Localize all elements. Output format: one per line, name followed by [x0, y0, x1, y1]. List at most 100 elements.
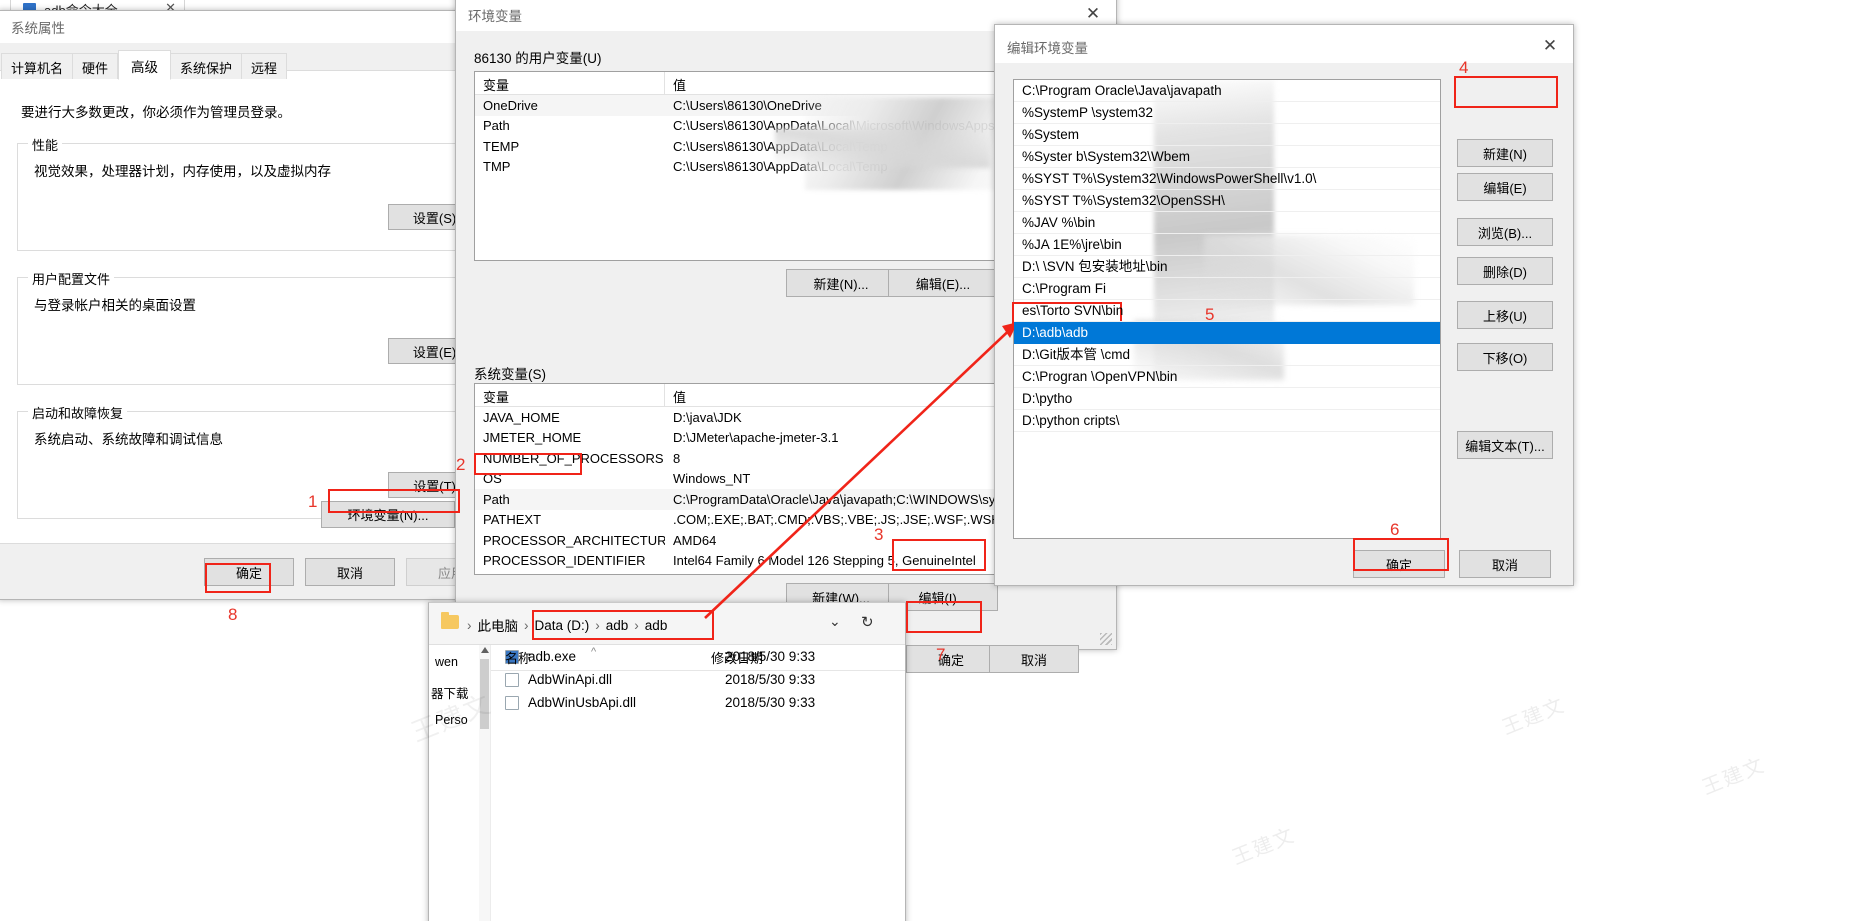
sort-ascending-icon: ^	[591, 646, 596, 658]
edit-env-title: 编辑环境变量	[1007, 37, 1088, 57]
system-properties-title: 系统属性	[11, 17, 65, 37]
button-label: 编辑文本(T)...	[1465, 436, 1544, 455]
sidebar-item-wen[interactable]: wen	[435, 655, 458, 669]
tab-advanced[interactable]: 高级	[118, 50, 171, 80]
edit-env-button-3[interactable]: 删除(D)	[1457, 257, 1553, 285]
tab-system-protection[interactable]: 系统保护	[171, 53, 242, 79]
button-label: 浏览(B)...	[1478, 223, 1532, 242]
var-name: OS	[475, 471, 665, 486]
col-name[interactable]: 名称 ^	[491, 648, 711, 667]
annotation-step-4: 4	[1459, 58, 1468, 78]
path-entry[interactable]: C:\Progran \OpenVPN\bin	[1014, 366, 1440, 388]
var-name: Path	[475, 492, 665, 507]
path-entry-selected[interactable]: D:\adb\adb	[1014, 322, 1440, 344]
watermark: 王建文	[1697, 749, 1769, 801]
edit-env-button-0[interactable]: 新建(N)	[1457, 139, 1553, 167]
var-name: JAVA_HOME	[475, 410, 665, 425]
edit-env-body: C:\Program Oracle\Java\javapath%SystemP …	[995, 63, 1573, 585]
path-entry[interactable]: %JA 1E%\jre\bin	[1014, 234, 1440, 256]
var-name: JMETER_HOME	[475, 430, 665, 445]
breadcrumb-item-adb[interactable]: adb	[606, 618, 629, 633]
environment-variables-button[interactable]: 环境变量(N)...	[321, 501, 455, 528]
path-entry[interactable]: %SYST T%\System32\WindowsPowerShell\v1.0…	[1014, 168, 1440, 190]
startup-recovery-group-label: 启动和故障恢复	[28, 403, 127, 422]
path-entry[interactable]: %SYST T%\System32\OpenSSH\	[1014, 190, 1440, 212]
explorer-body: wen 器下载 Perso 名称 ^ 修改日期	[429, 645, 905, 921]
env-cancel-button[interactable]: 取消	[989, 645, 1079, 673]
col-variable[interactable]: 变量	[475, 384, 665, 406]
edit-environment-variable-dialog: 编辑环境变量 ✕ C:\Program Oracle\Java\javapath…	[994, 24, 1574, 586]
breadcrumb-sep: ›	[524, 618, 529, 633]
system-properties-ok-button[interactable]: 确定	[204, 558, 294, 586]
breadcrumb-item-data-d[interactable]: Data (D:)	[535, 618, 590, 633]
path-entries-list[interactable]: C:\Program Oracle\Java\javapath%SystemP …	[1013, 79, 1441, 539]
file-row[interactable]: AdbWinApi.dll2018/5/30 9:33	[491, 668, 905, 691]
path-entry[interactable]: C:\Program Fi	[1014, 278, 1440, 300]
edit-env-ok-button[interactable]: 确定	[1353, 550, 1445, 578]
sidebar-item-personal[interactable]: Perso	[435, 713, 468, 727]
button-label: 编辑(I)...	[918, 588, 967, 607]
breadcrumb-item-this-pc[interactable]: 此电脑	[478, 615, 519, 635]
refresh-icon[interactable]: ↻	[861, 613, 874, 631]
button-label: 确定	[1386, 555, 1412, 574]
edit-env-button-2[interactable]: 浏览(B)...	[1457, 218, 1553, 246]
tab-hardware[interactable]: 硬件	[73, 53, 118, 79]
performance-group: 性能 视觉效果，处理器计划，内存使用，以及虚拟内存 设置(S)...	[17, 143, 457, 251]
col-modified[interactable]: 修改日期	[711, 648, 905, 667]
var-name: PROCESSOR_ARCHITECTURE	[475, 533, 665, 548]
button-label: 取消	[1492, 555, 1518, 574]
sidebar-scrollbar[interactable]	[479, 645, 490, 921]
edit-env-cancel-button[interactable]: 取消	[1459, 550, 1551, 578]
dll-file-icon	[505, 696, 519, 710]
system-properties-cancel-button[interactable]: 取消	[305, 558, 395, 586]
path-entry[interactable]: D:\pytho	[1014, 388, 1440, 410]
button-label: 编辑(E)	[1483, 178, 1526, 197]
edit-env-button-6[interactable]: 编辑文本(T)...	[1457, 431, 1553, 459]
scrollbar-thumb[interactable]	[480, 659, 489, 729]
folder-icon	[441, 615, 459, 629]
system-properties-footer: 确定 取消 应用	[0, 543, 467, 599]
edit-env-button-4[interactable]: 上移(U)	[1457, 301, 1553, 329]
user-profiles-desc: 与登录帐户相关的桌面设置	[34, 294, 196, 314]
path-entry[interactable]: C:\Program Oracle\Java\javapath	[1014, 80, 1440, 102]
breadcrumb-sep: ›	[467, 618, 472, 633]
button-label: 删除(D)	[1483, 262, 1527, 281]
sidebar-item-downloads[interactable]: 器下载	[431, 683, 469, 702]
user-edit-button[interactable]: 编辑(E)...	[888, 269, 998, 297]
breadcrumb-item-adb-2[interactable]: adb	[645, 618, 668, 633]
button-label: 确定	[236, 563, 262, 582]
tab-computer-name[interactable]: 计算机名	[1, 53, 73, 79]
button-label: 上移(U)	[1483, 306, 1527, 325]
close-icon[interactable]: ✕	[1527, 31, 1573, 62]
resize-grip[interactable]	[1100, 633, 1112, 645]
breadcrumb-sep: ›	[595, 618, 600, 633]
chevron-up-icon[interactable]	[481, 647, 489, 653]
edit-env-button-1[interactable]: 编辑(E)	[1457, 173, 1553, 201]
var-name: TEMP	[475, 139, 665, 154]
env-ok-button[interactable]: 确定	[906, 645, 996, 673]
path-entry[interactable]: es\Torto SVN\bin	[1014, 300, 1440, 322]
path-entry[interactable]: %System	[1014, 124, 1440, 146]
edit-env-button-5[interactable]: 下移(O)	[1457, 343, 1553, 371]
system-vars-section-label: 系统变量(S)	[474, 363, 546, 383]
path-entry[interactable]: D:\Git版本管 \cmd	[1014, 344, 1440, 366]
col-variable[interactable]: 变量	[475, 72, 665, 94]
file-modified: 2018/5/30 9:33	[725, 695, 905, 710]
tab-label: 计算机名	[11, 61, 63, 76]
file-name: AdbWinUsbApi.dll	[528, 695, 725, 710]
path-entry[interactable]: %JAV %\bin	[1014, 212, 1440, 234]
breadcrumb: › 此电脑 › Data (D:) › adb › adb	[467, 615, 667, 635]
tab-remote[interactable]: 远程	[242, 53, 287, 79]
annotation-step-6: 6	[1390, 520, 1399, 540]
user-new-button[interactable]: 新建(N)...	[786, 269, 896, 297]
file-row[interactable]: AdbWinUsbApi.dll2018/5/30 9:33	[491, 691, 905, 714]
breadcrumb-sep: ›	[634, 618, 639, 633]
button-label: 取消	[337, 563, 363, 582]
explorer-address-bar: › 此电脑 › Data (D:) › adb › adb ⌄ ↻	[429, 603, 905, 645]
annotation-step-3: 3	[874, 525, 883, 545]
path-entry[interactable]: D:\ \SVN 包安装地址\bin	[1014, 256, 1440, 278]
chevron-down-icon[interactable]: ⌄	[829, 613, 841, 630]
path-entry[interactable]: D:\python cripts\	[1014, 410, 1440, 432]
path-entry[interactable]: %Syster b\System32\Wbem	[1014, 146, 1440, 168]
path-entry[interactable]: %SystemP \system32	[1014, 102, 1440, 124]
